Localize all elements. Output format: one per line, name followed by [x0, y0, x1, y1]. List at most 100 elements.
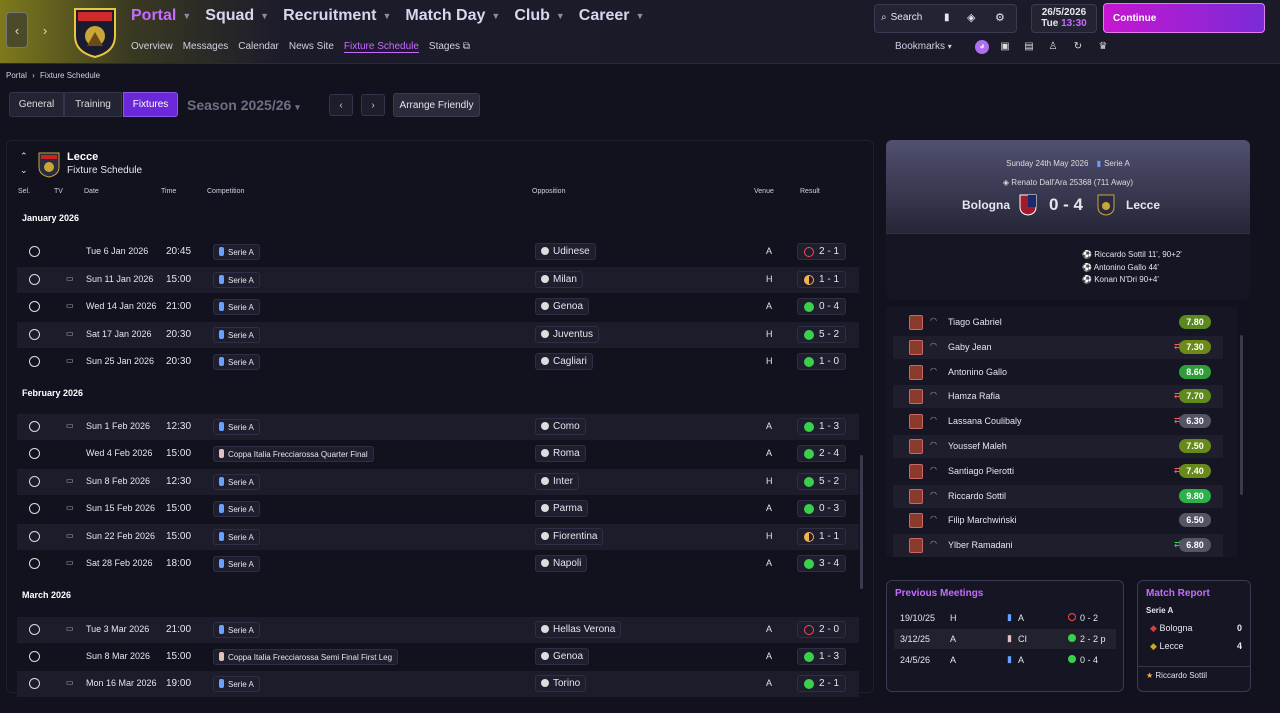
player-rating-row[interactable]: ◠ Lassana Coulibaly ⇄ 6.30 — [893, 410, 1223, 433]
tab-fixtures[interactable]: Fixtures — [123, 92, 178, 117]
fixture-competition[interactable]: Coppa Italia Frecciarossa Quarter Final — [213, 446, 374, 462]
col-venue[interactable]: Venue — [754, 188, 774, 195]
col-result[interactable]: Result — [800, 188, 820, 195]
col-tv[interactable]: TV — [54, 188, 63, 195]
fixture-competition[interactable]: Serie A — [213, 529, 260, 545]
player-rating-row[interactable]: ◠ Riccardo Sottil 9.80 — [893, 484, 1223, 508]
collapse-down-icon[interactable]: ⌄ — [20, 165, 28, 176]
subnav-messages[interactable]: Messages — [183, 41, 229, 53]
fixture-row[interactable]: ▭ Sun 15 Feb 2026 15:00 Serie A Parma A 0 - 3 — [17, 496, 859, 522]
fixture-result[interactable]: 5 - 2 — [797, 326, 847, 343]
col-time[interactable]: Time — [161, 188, 176, 195]
match-report-title[interactable]: Match Report — [1146, 588, 1210, 599]
subnav-fixture-schedule[interactable]: Fixture Schedule — [343, 41, 419, 53]
fixture-competition[interactable]: Serie A — [213, 419, 260, 435]
fixture-result[interactable]: 2 - 0 — [797, 621, 847, 638]
select-radio[interactable] — [29, 329, 40, 340]
player-rating-row[interactable]: ◠ Gaby Jean ⇄ 7.30 — [893, 335, 1223, 359]
player-rating-row[interactable]: ◠ Antonino Gallo 8.60 — [893, 361, 1223, 384]
select-radio[interactable] — [29, 531, 40, 542]
fixture-competition[interactable]: Serie A — [213, 327, 260, 343]
fixture-competition[interactable]: Serie A — [213, 676, 260, 692]
fixture-competition[interactable]: Serie A — [213, 299, 260, 315]
tab-general[interactable]: General — [9, 92, 64, 117]
prev-button[interactable]: ‹ — [329, 94, 353, 116]
fixture-competition[interactable]: Serie A — [213, 622, 260, 638]
fixture-result[interactable]: 5 - 2 — [797, 473, 847, 490]
player-rating-row[interactable]: ◠ Santiago Pierotti ⇄ 7.40 — [893, 460, 1223, 483]
notebook-icon[interactable]: ◈ — [967, 11, 975, 24]
nav-portal[interactable]: Portal ▼ — [131, 7, 191, 25]
fixture-opposition[interactable]: Genoa — [535, 298, 590, 315]
fixture-opposition[interactable]: Torino — [535, 675, 587, 692]
meeting-row[interactable]: 19/10/25 H ▮ A 0 - 2 — [894, 608, 1116, 628]
fixture-opposition[interactable]: Milan — [535, 271, 583, 288]
col-opposition[interactable]: Opposition — [532, 188, 565, 195]
fixture-result[interactable]: 3 - 4 — [797, 555, 847, 572]
fixture-competition[interactable]: Serie A — [213, 556, 260, 572]
subnav-calendar[interactable]: Calendar — [238, 41, 279, 53]
select-radio[interactable] — [29, 558, 40, 569]
nav-squad[interactable]: Squad ▼ — [205, 7, 269, 25]
col-competition[interactable]: Competition — [207, 188, 244, 195]
fixture-result[interactable]: 0 - 3 — [797, 500, 847, 517]
hierarchy-icon[interactable]: ♙ — [1046, 40, 1060, 54]
fixture-opposition[interactable]: Napoli — [535, 555, 588, 572]
previous-meetings-title[interactable]: Previous Meetings — [895, 588, 983, 599]
player-rating-row[interactable]: ◠ Ylber Ramadani ⇄ 6.80 — [893, 534, 1223, 558]
fixture-result[interactable]: 1 - 3 — [797, 648, 847, 665]
date-display[interactable]: 26/5/2026 Tue 13:30 — [1031, 4, 1097, 33]
collapse-up-icon[interactable]: ⌃ — [20, 151, 28, 162]
refresh-icon[interactable]: ↻ — [1071, 40, 1085, 54]
search-button[interactable]: ⌕ Search — [881, 12, 922, 23]
meeting-row[interactable]: 24/5/26 A ▮ A 0 - 4 — [894, 650, 1116, 670]
continue-button[interactable]: Continue — [1103, 3, 1265, 33]
fixture-row[interactable]: ▭ Tue 3 Mar 2026 21:00 Serie A Hellas Verona… — [17, 617, 859, 643]
breadcrumb-portal[interactable]: Portal — [6, 71, 27, 80]
fixture-opposition[interactable]: Genoa — [535, 648, 590, 665]
trophy-icon[interactable]: ♛ — [1096, 40, 1110, 54]
player-rating-row[interactable]: ◠ Hamza Rafia ⇄ 7.70 — [893, 385, 1223, 409]
fixture-result[interactable]: 2 - 1 — [797, 675, 847, 692]
select-radio[interactable] — [29, 301, 40, 312]
forward-button[interactable]: › — [34, 12, 56, 48]
fixture-competition[interactable]: Serie A — [213, 501, 260, 517]
player-rating-row[interactable]: ◠ Tiago Gabriel 7.80 — [893, 311, 1223, 334]
select-radio[interactable] — [29, 274, 40, 285]
select-radio[interactable] — [29, 421, 40, 432]
arrange-friendly-button[interactable]: Arrange Friendly — [393, 93, 480, 117]
fixture-row[interactable]: ▭ Sun 1 Feb 2026 12:30 Serie A Como A 1 - 3 — [17, 414, 859, 440]
club-crest-icon[interactable] — [72, 6, 118, 58]
fixture-opposition[interactable]: Inter — [535, 473, 580, 490]
nav-match-day[interactable]: Match Day ▼ — [405, 7, 500, 25]
select-radio[interactable] — [29, 476, 40, 487]
fixture-row[interactable]: ▭ Mon 16 Mar 2026 19:00 Serie A Torino A 2 - 1 — [17, 671, 859, 697]
match-report-panel[interactable]: Match Report Serie A ◆ Bologna 0 ◆ Lecce… — [1137, 580, 1251, 692]
shirt-icon[interactable]: ▣ — [998, 40, 1012, 54]
select-radio[interactable] — [29, 678, 40, 689]
chat-icon[interactable]: ◕ — [975, 40, 989, 54]
select-radio[interactable] — [29, 356, 40, 367]
fixture-row[interactable]: Wed 4 Feb 2026 15:00 Coppa Italia Frecciar… — [17, 441, 859, 467]
fixture-competition[interactable]: Serie A — [213, 474, 260, 490]
fixture-row[interactable]: ▭ Sun 22 Feb 2026 15:00 Serie A Fiorentina H 1… — [17, 524, 859, 550]
fixture-opposition[interactable]: Roma — [535, 445, 586, 462]
season-select[interactable]: Season 2025/26 ▾ — [187, 97, 300, 113]
fixture-competition[interactable]: Coppa Italia Frecciarossa Semi Final Fir… — [213, 649, 399, 665]
select-radio[interactable] — [29, 448, 40, 459]
fixture-row[interactable]: ▭ Sun 25 Jan 2026 20:30 Serie A Cagliari H 1 -… — [17, 349, 859, 375]
subnav-stages[interactable]: Stages ⧉ — [429, 41, 470, 53]
fixture-opposition[interactable]: Juventus — [535, 326, 600, 343]
fixture-opposition[interactable]: Udinese — [535, 243, 596, 260]
fixture-opposition[interactable]: Como — [535, 418, 586, 435]
select-radio[interactable] — [29, 624, 40, 635]
next-button[interactable]: › — [361, 94, 385, 116]
select-radio[interactable] — [29, 651, 40, 662]
fixture-opposition[interactable]: Parma — [535, 500, 589, 517]
player-rating-row[interactable]: ◠ Youssef Maleh 7.50 — [893, 435, 1223, 458]
fixture-opposition[interactable]: Fiorentina — [535, 528, 604, 545]
select-radio[interactable] — [29, 246, 40, 257]
back-button[interactable]: ‹ — [6, 12, 28, 48]
fixture-result[interactable]: 1 - 1 — [797, 271, 847, 288]
ratings-scrollbar[interactable] — [1240, 335, 1243, 495]
